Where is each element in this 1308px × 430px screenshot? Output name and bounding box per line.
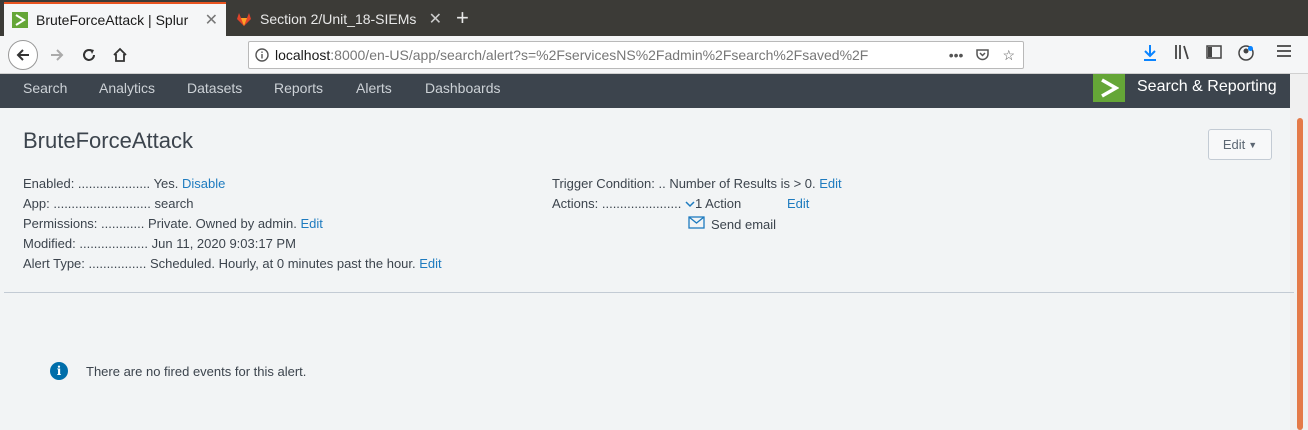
menu-icon[interactable] [1276,44,1292,63]
url-path: :8000/en-US/app/search/alert?s=%2Fservic… [330,47,869,63]
trigger-row: Trigger Condition: .. Number of Results … [552,176,842,191]
back-button[interactable] [8,40,38,70]
gitlab-icon [236,11,252,27]
app-name[interactable]: Search & Reporting [1137,78,1277,96]
reload-button[interactable] [74,40,104,70]
scrollbar-thumb[interactable] [1297,118,1303,430]
empty-state: i There are no fired events for this ale… [50,362,306,380]
divider [4,292,1294,293]
back-arrow-icon [16,49,29,61]
splunk-app-bar: Search Analytics Datasets Reports Alerts… [0,74,1290,108]
close-tab-icon[interactable]: ✕ [429,9,442,29]
edit-button[interactable]: Edit ▼ [1208,129,1272,160]
empty-message: There are no fired events for this alert… [86,363,307,379]
page-title: BruteForceAttack [23,128,193,153]
permissions-label: Permissions: ............ [23,216,145,231]
trigger-edit-link[interactable]: Edit [819,176,841,191]
send-email-label: Send email [711,216,777,232]
url-bar[interactable]: localhost :8000/en-US/app/search/alert?s… [248,41,1024,69]
nav-analytics[interactable]: Analytics [99,80,155,96]
permissions-value: Private. Owned by admin. [148,216,297,231]
close-tab-icon[interactable]: ✕ [205,10,218,30]
alert-type-label: Alert Type: ................ [23,256,147,271]
trigger-value: Number of Results is > 0. [669,176,816,191]
bookmark-star-icon[interactable]: ☆ [1002,47,1015,65]
actions-value[interactable]: 1 Action [695,196,741,211]
library-icon[interactable] [1174,44,1192,65]
actions-edit-link[interactable]: Edit [787,196,809,211]
account-icon[interactable] [1237,44,1255,67]
actions-label: Actions: ...................... [552,196,682,211]
nav-datasets[interactable]: Datasets [187,80,242,96]
modified-value: Jun 11, 2020 9:03:17 PM [151,236,296,251]
tab-title: Section 2/Unit_18-SIEMs [260,10,417,27]
reload-icon [83,49,95,61]
info-icon[interactable] [249,48,275,62]
envelope-icon [688,216,705,232]
url-host: localhost [275,47,331,63]
alert-details-page: BruteForceAttack Edit ▼ Enabled: .......… [4,108,1294,430]
actions-row: Actions: ...................... 1 Action [552,196,741,211]
caret-down-icon: ▼ [1248,139,1258,150]
disable-link[interactable]: Disable [182,176,225,191]
trigger-label: Trigger Condition: .. [552,176,666,191]
enabled-label: Enabled: .................... [23,176,151,191]
action-item: Send email [688,216,776,232]
sidebar-icon[interactable] [1206,44,1222,65]
nav-dashboards[interactable]: Dashboards [425,80,501,96]
tab-title: BruteForceAttack | Splur [36,12,189,28]
modified-label: Modified: ................... [23,236,148,251]
nav-reports[interactable]: Reports [274,80,323,96]
chevron-down-icon[interactable] [685,196,695,211]
splunk-icon [12,12,28,28]
enabled-row: Enabled: .................... Yes. Disab… [23,176,225,191]
browser-tab-bar: BruteForceAttack | Splur ✕ Section 2/Uni… [0,0,1308,36]
alert-type-edit-link[interactable]: Edit [419,256,441,271]
info-icon: i [50,362,68,380]
nav-search[interactable]: Search [23,80,67,96]
download-icon[interactable] [1142,44,1158,67]
browser-nav-bar: localhost :8000/en-US/app/search/alert?s… [0,36,1308,74]
nav-alerts[interactable]: Alerts [356,80,392,96]
app-row: App: ........................... search [23,196,194,211]
forward-arrow-icon [51,49,64,61]
app-value: search [154,196,194,211]
browser-tab-bruteforce[interactable]: BruteForceAttack | Splur ✕ [4,2,226,36]
alert-type-row: Alert Type: ................ Scheduled. … [23,256,442,271]
forward-button[interactable] [42,40,72,70]
enabled-value: Yes. [153,176,179,191]
new-tab-icon[interactable]: + [456,5,469,31]
splunk-logo-icon[interactable] [1093,74,1125,102]
modified-row: Modified: ................... Jun 11, 20… [23,236,296,251]
edit-label: Edit [1222,137,1246,152]
home-icon [113,47,127,62]
home-button[interactable] [105,40,135,70]
browser-tab-section2[interactable]: Section 2/Unit_18-SIEMs ✕ [228,3,450,34]
permissions-edit-link[interactable]: Edit [300,216,322,231]
page-actions-icon[interactable]: ••• [949,47,964,65]
alert-type-value: Scheduled. Hourly, at 0 minutes past the… [149,256,416,271]
app-label: App: ........................... [23,196,151,211]
permissions-row: Permissions: ............ Private. Owned… [23,216,323,231]
pocket-icon[interactable] [975,47,990,65]
